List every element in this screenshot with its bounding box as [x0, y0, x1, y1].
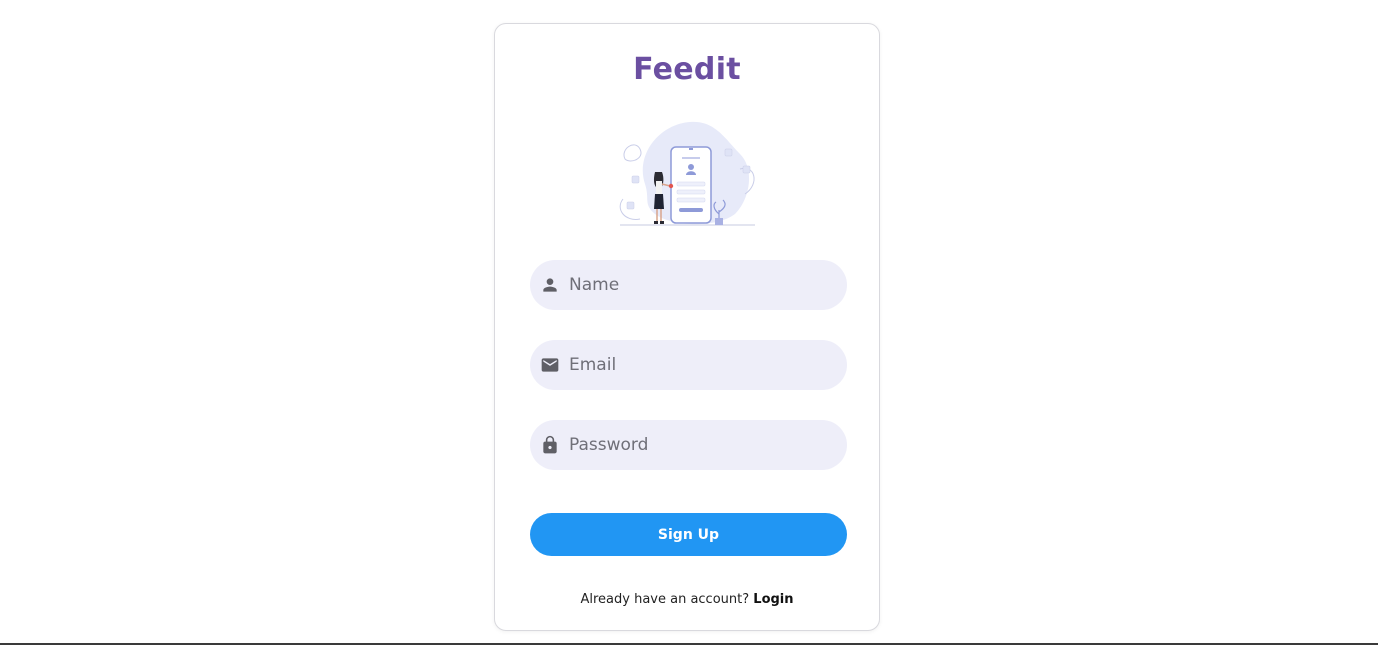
- login-prompt: Already have an account? Login: [495, 592, 879, 607]
- page: Feedit Name Email Sign Up Already have a…: [0, 0, 1378, 645]
- lock-icon: [539, 434, 561, 456]
- login-prompt-text: Already have an account?: [580, 592, 750, 607]
- name-field[interactable]: [530, 260, 847, 310]
- signup-card: Feedit Name Email Sign Up Already have a…: [494, 23, 880, 631]
- password-field[interactable]: [530, 420, 847, 470]
- login-link[interactable]: Login: [753, 592, 793, 607]
- mail-icon: [539, 354, 561, 376]
- signup-illustration: [619, 121, 755, 226]
- brand-title: Feedit: [633, 52, 741, 87]
- password-input[interactable]: [569, 425, 819, 465]
- email-field[interactable]: [530, 340, 847, 390]
- person-icon: [539, 274, 561, 296]
- name-input[interactable]: [569, 265, 819, 305]
- email-input[interactable]: [569, 345, 819, 385]
- sign-up-button[interactable]: Sign Up: [530, 513, 847, 556]
